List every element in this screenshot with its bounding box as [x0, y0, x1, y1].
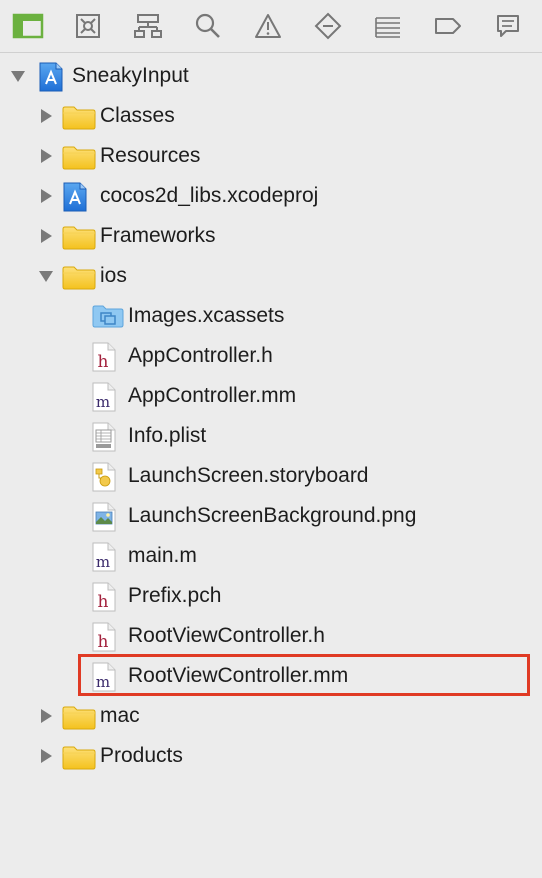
tree-item-label: Prefix.pch: [128, 584, 222, 607]
disclosure-collapsed-icon[interactable]: [38, 708, 54, 724]
disclosure-collapsed-icon[interactable]: [38, 748, 54, 764]
plist-file-icon: [92, 422, 116, 452]
find-navigator-icon: [195, 13, 220, 38]
tree-item[interactable]: SneakyInput: [0, 56, 542, 96]
symbol-navigator-button[interactable]: [128, 8, 168, 44]
debug-navigator-icon: [375, 17, 400, 38]
source-control-navigator-button[interactable]: [68, 8, 108, 44]
tree-item-label: cocos2d_libs.xcodeproj: [100, 184, 319, 207]
folder-icon: [62, 104, 96, 130]
test-navigator-icon: [314, 12, 342, 40]
tree-item-label: Resources: [100, 144, 201, 167]
xcodeproj-icon: [38, 62, 63, 92]
header-file-icon: h: [92, 342, 116, 372]
storyboard-file-icon: [92, 462, 116, 492]
tree-item-label: Info.plist: [128, 424, 207, 447]
folder-icon: [62, 704, 96, 730]
issue-navigator-button[interactable]: [248, 8, 288, 44]
disclosure-expanded-icon[interactable]: [10, 68, 26, 84]
tree-item[interactable]: m main.m: [0, 536, 542, 576]
source-control-navigator-icon: [76, 14, 100, 38]
tree-item[interactable]: Info.plist: [0, 416, 542, 456]
tree-item[interactable]: LaunchScreenBackground.png: [0, 496, 542, 536]
svg-text:h: h: [98, 592, 109, 612]
disclosure-collapsed-icon[interactable]: [38, 148, 54, 164]
tree-item-label: SneakyInput: [72, 64, 189, 87]
tree-item[interactable]: LaunchScreen.storyboard: [0, 456, 542, 496]
project-navigator-button[interactable]: [8, 8, 48, 44]
find-navigator-button[interactable]: [188, 8, 228, 44]
tree-item-label: Images.xcassets: [128, 304, 285, 327]
objc-file-icon: m: [92, 542, 116, 572]
debug-navigator-button[interactable]: [368, 8, 408, 44]
tree-item[interactable]: h RootViewController.h: [0, 616, 542, 656]
header-file-icon: h: [92, 582, 116, 612]
navigator-toolbar: [0, 0, 542, 53]
disclosure-collapsed-icon[interactable]: [38, 188, 54, 204]
tree-item[interactable]: Products: [0, 736, 542, 776]
objc-file-icon: m: [92, 382, 116, 412]
svg-text:h: h: [98, 632, 109, 652]
folder-icon: [62, 144, 96, 170]
tree-item-label: Classes: [100, 104, 175, 127]
tree-item[interactable]: h Prefix.pch: [0, 576, 542, 616]
tree-item-label: Products: [100, 744, 183, 767]
project-navigator-icon: [12, 13, 44, 39]
tree-item-label: mac: [100, 704, 140, 727]
folder-icon: [62, 744, 96, 770]
symbol-navigator-icon: [134, 14, 162, 38]
image-file-icon: [92, 502, 116, 532]
folder-icon: [62, 224, 96, 250]
disclosure-collapsed-icon[interactable]: [38, 228, 54, 244]
report-navigator-button[interactable]: [488, 8, 528, 44]
header-file-icon: h: [92, 622, 116, 652]
selected-item-highlight: [78, 654, 530, 696]
xcodeproj-icon: [62, 182, 87, 212]
tree-item-label: LaunchScreen.storyboard: [128, 464, 369, 487]
breakpoint-navigator-button[interactable]: [428, 8, 468, 44]
tree-item[interactable]: Classes: [0, 96, 542, 136]
tree-item[interactable]: h AppController.h: [0, 336, 542, 376]
tree-item-label: ios: [100, 264, 127, 287]
tree-item-label: main.m: [128, 544, 197, 567]
tree-item[interactable]: cocos2d_libs.xcodeproj: [0, 176, 542, 216]
tree-item-label: AppController.mm: [128, 384, 297, 407]
tree-item[interactable]: m AppController.mm: [0, 376, 542, 416]
tree-item[interactable]: ios: [0, 256, 542, 296]
test-navigator-button[interactable]: [308, 8, 348, 44]
svg-text:m: m: [96, 393, 110, 411]
tree-item[interactable]: mac: [0, 696, 542, 736]
tree-item-label: AppController.h: [128, 344, 273, 367]
tree-item[interactable]: Frameworks: [0, 216, 542, 256]
svg-text:m: m: [96, 553, 110, 571]
report-navigator-icon: [497, 15, 519, 37]
tree-item-label: LaunchScreenBackground.png: [128, 504, 417, 527]
tree-item[interactable]: Images.xcassets: [0, 296, 542, 336]
issue-navigator-icon: [255, 14, 281, 38]
tree-item-label: Frameworks: [100, 224, 216, 247]
svg-text:h: h: [98, 352, 109, 372]
disclosure-expanded-icon[interactable]: [38, 268, 54, 284]
breakpoint-navigator-icon: [435, 18, 461, 34]
folder-icon: [62, 264, 96, 290]
tree-item-label: RootViewController.h: [128, 624, 325, 647]
disclosure-collapsed-icon[interactable]: [38, 108, 54, 124]
tree-item[interactable]: Resources: [0, 136, 542, 176]
xcassets-icon: [92, 304, 124, 328]
